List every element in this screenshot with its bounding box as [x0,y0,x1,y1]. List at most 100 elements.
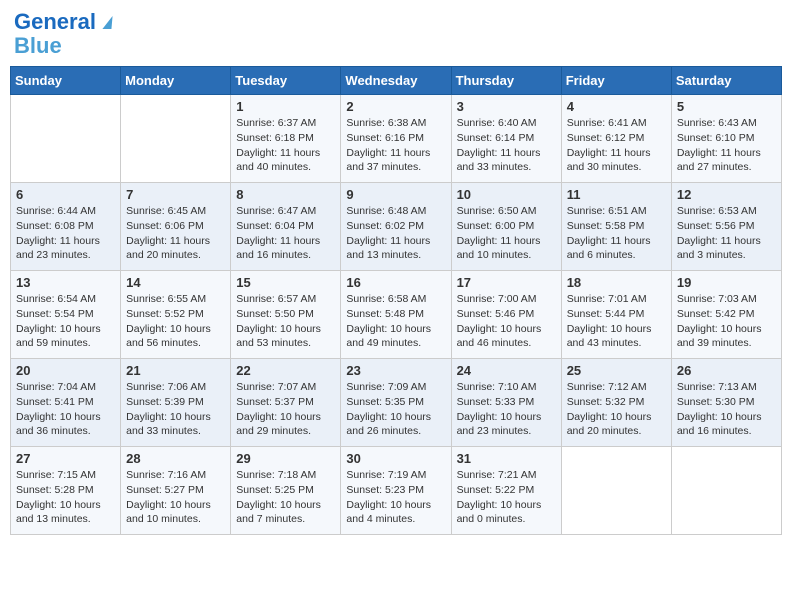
day-number: 26 [677,363,776,378]
day-info: Sunrise: 6:45 AM Sunset: 6:06 PM Dayligh… [126,204,225,263]
page-header: General Blue [10,10,782,58]
header-day-thursday: Thursday [451,67,561,95]
day-info: Sunrise: 6:40 AM Sunset: 6:14 PM Dayligh… [457,116,556,175]
day-info: Sunrise: 6:38 AM Sunset: 6:16 PM Dayligh… [346,116,445,175]
day-number: 21 [126,363,225,378]
day-info: Sunrise: 7:00 AM Sunset: 5:46 PM Dayligh… [457,292,556,351]
day-number: 22 [236,363,335,378]
calendar-cell: 24Sunrise: 7:10 AM Sunset: 5:33 PM Dayli… [451,359,561,447]
calendar-cell: 22 Sunrise: 7:07 AM Sunset: 5:37 PM Dayli… [231,359,341,447]
header-day-saturday: Saturday [671,67,781,95]
calendar-cell: 13 Sunrise: 6:54 AM Sunset: 5:54 PM Dayli… [11,271,121,359]
calendar-cell: 8 Sunrise: 6:47 AM Sunset: 6:04 PM Daylig… [231,183,341,271]
calendar-cell: 2 Sunrise: 6:38 AM Sunset: 6:16 PM Daylig… [341,95,451,183]
day-number: 2 [346,99,445,114]
day-number: 9 [346,187,445,202]
day-info: Sunrise: 7:06 AM Sunset: 5:39 PM Dayligh… [126,380,225,439]
logo-blue: Blue [14,34,112,58]
calendar-cell: 21 Sunrise: 7:06 AM Sunset: 5:39 PM Dayli… [121,359,231,447]
day-info: Sunrise: 6:44 AM Sunset: 6:08 PM Dayligh… [16,204,115,263]
header-day-friday: Friday [561,67,671,95]
day-number: 18 [567,275,666,290]
day-number: 8 [236,187,335,202]
calendar-cell: 14Sunrise: 6:55 AM Sunset: 5:52 PM Dayli… [121,271,231,359]
header-day-wednesday: Wednesday [341,67,451,95]
logo-arrow-icon [102,16,112,29]
day-info: Sunrise: 7:07 AM Sunset: 5:37 PM Dayligh… [236,380,335,439]
day-info: Sunrise: 7:16 AM Sunset: 5:27 PM Dayligh… [126,468,225,527]
calendar-cell [561,447,671,535]
header-day-tuesday: Tuesday [231,67,341,95]
day-number: 10 [457,187,556,202]
day-number: 19 [677,275,776,290]
calendar-cell: 17 Sunrise: 7:00 AM Sunset: 5:46 PM Dayli… [451,271,561,359]
day-info: Sunrise: 6:57 AM Sunset: 5:50 PM Dayligh… [236,292,335,351]
day-info: Sunrise: 7:21 AM Sunset: 5:22 PM Dayligh… [457,468,556,527]
day-number: 6 [16,187,115,202]
header-day-sunday: Sunday [11,67,121,95]
calendar-cell: 30 Sunrise: 7:19 AM Sunset: 5:23 PM Dayli… [341,447,451,535]
week-row-3: 13 Sunrise: 6:54 AM Sunset: 5:54 PM Dayli… [11,271,782,359]
calendar-cell: 4 Sunrise: 6:41 AM Sunset: 6:12 PM Daylig… [561,95,671,183]
calendar-cell: 7 Sunrise: 6:45 AM Sunset: 6:06 PM Daylig… [121,183,231,271]
calendar-cell [11,95,121,183]
day-info: Sunrise: 7:04 AM Sunset: 5:41 PM Dayligh… [16,380,115,439]
logo: General Blue [14,10,112,58]
day-number: 27 [16,451,115,466]
day-number: 3 [457,99,556,114]
calendar-cell: 5Sunrise: 6:43 AM Sunset: 6:10 PM Daylig… [671,95,781,183]
day-info: Sunrise: 6:58 AM Sunset: 5:48 PM Dayligh… [346,292,445,351]
day-number: 1 [236,99,335,114]
day-number: 23 [346,363,445,378]
calendar-cell: 9 Sunrise: 6:48 AM Sunset: 6:02 PM Daylig… [341,183,451,271]
day-number: 30 [346,451,445,466]
day-info: Sunrise: 7:03 AM Sunset: 5:42 PM Dayligh… [677,292,776,351]
day-info: Sunrise: 6:50 AM Sunset: 6:00 PM Dayligh… [457,204,556,263]
day-number: 15 [236,275,335,290]
day-info: Sunrise: 6:37 AM Sunset: 6:18 PM Dayligh… [236,116,335,175]
day-info: Sunrise: 7:13 AM Sunset: 5:30 PM Dayligh… [677,380,776,439]
day-number: 24 [457,363,556,378]
day-info: Sunrise: 6:55 AM Sunset: 5:52 PM Dayligh… [126,292,225,351]
day-info: Sunrise: 6:51 AM Sunset: 5:58 PM Dayligh… [567,204,666,263]
day-number: 4 [567,99,666,114]
calendar-cell: 31 Sunrise: 7:21 AM Sunset: 5:22 PM Dayli… [451,447,561,535]
day-info: Sunrise: 7:19 AM Sunset: 5:23 PM Dayligh… [346,468,445,527]
week-row-1: 1 Sunrise: 6:37 AM Sunset: 6:18 PM Daylig… [11,95,782,183]
calendar-cell: 23 Sunrise: 7:09 AM Sunset: 5:35 PM Dayli… [341,359,451,447]
day-info: Sunrise: 7:12 AM Sunset: 5:32 PM Dayligh… [567,380,666,439]
day-info: Sunrise: 6:41 AM Sunset: 6:12 PM Dayligh… [567,116,666,175]
calendar-cell: 6 Sunrise: 6:44 AM Sunset: 6:08 PM Daylig… [11,183,121,271]
day-info: Sunrise: 6:48 AM Sunset: 6:02 PM Dayligh… [346,204,445,263]
day-info: Sunrise: 7:01 AM Sunset: 5:44 PM Dayligh… [567,292,666,351]
day-number: 28 [126,451,225,466]
logo-general: General [14,9,96,34]
calendar-cell: 11 Sunrise: 6:51 AM Sunset: 5:58 PM Dayli… [561,183,671,271]
calendar-cell [671,447,781,535]
day-number: 17 [457,275,556,290]
calendar-cell: 26 Sunrise: 7:13 AM Sunset: 5:30 PM Dayli… [671,359,781,447]
day-number: 11 [567,187,666,202]
day-info: Sunrise: 6:53 AM Sunset: 5:56 PM Dayligh… [677,204,776,263]
calendar-cell: 19 Sunrise: 7:03 AM Sunset: 5:42 PM Dayli… [671,271,781,359]
day-info: Sunrise: 6:43 AM Sunset: 6:10 PM Dayligh… [677,116,776,175]
week-row-2: 6 Sunrise: 6:44 AM Sunset: 6:08 PM Daylig… [11,183,782,271]
day-number: 13 [16,275,115,290]
calendar-cell: 1 Sunrise: 6:37 AM Sunset: 6:18 PM Daylig… [231,95,341,183]
calendar-cell: 12 Sunrise: 6:53 AM Sunset: 5:56 PM Dayli… [671,183,781,271]
day-info: Sunrise: 6:54 AM Sunset: 5:54 PM Dayligh… [16,292,115,351]
day-number: 7 [126,187,225,202]
day-number: 12 [677,187,776,202]
calendar-cell: 10 Sunrise: 6:50 AM Sunset: 6:00 PM Dayli… [451,183,561,271]
week-row-4: 20Sunrise: 7:04 AM Sunset: 5:41 PM Dayli… [11,359,782,447]
day-number: 29 [236,451,335,466]
day-number: 31 [457,451,556,466]
day-info: Sunrise: 6:47 AM Sunset: 6:04 PM Dayligh… [236,204,335,263]
calendar-cell: 18 Sunrise: 7:01 AM Sunset: 5:44 PM Dayli… [561,271,671,359]
calendar-cell: 3 Sunrise: 6:40 AM Sunset: 6:14 PM Daylig… [451,95,561,183]
calendar-cell: 25Sunrise: 7:12 AM Sunset: 5:32 PM Dayli… [561,359,671,447]
day-info: Sunrise: 7:09 AM Sunset: 5:35 PM Dayligh… [346,380,445,439]
header-day-monday: Monday [121,67,231,95]
calendar-cell: 28 Sunrise: 7:16 AM Sunset: 5:27 PM Dayli… [121,447,231,535]
day-info: Sunrise: 7:18 AM Sunset: 5:25 PM Dayligh… [236,468,335,527]
